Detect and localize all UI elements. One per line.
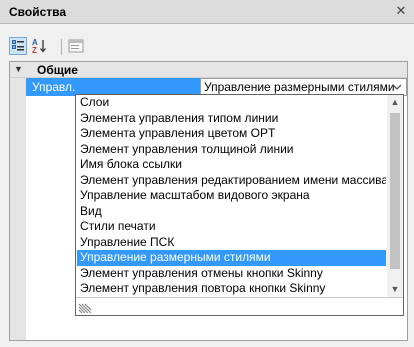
panel-title: Свойства — [9, 5, 67, 19]
grid-gutter — [10, 62, 26, 340]
list-item[interactable]: Элемент управления толщиной линии — [77, 142, 386, 158]
sort-alphabetical-icon: A Z — [32, 38, 46, 55]
value-dropdown-list[interactable]: Слои Элемента управления типом линии Эле… — [75, 94, 404, 316]
properties-panel: Свойства ✕ A Z ▼ Общие Управл. Управлени… — [0, 0, 414, 347]
panel-titlebar: Свойства ✕ — [0, 0, 414, 24]
list-item[interactable]: Управление ПСК — [77, 235, 386, 251]
group-label: Общие — [37, 63, 78, 77]
toolbar-separator — [61, 39, 62, 55]
list-item[interactable]: Управление масштабом видового экрана — [77, 188, 386, 204]
property-pages-button[interactable] — [67, 37, 85, 55]
list-item[interactable]: Элемента управления типом линии — [77, 111, 386, 127]
group-header-general[interactable]: ▼ Общие — [10, 62, 407, 78]
resize-grip-icon[interactable] — [78, 300, 92, 313]
scroll-up-icon[interactable]: ▲ — [387, 95, 403, 109]
property-value-text: Управление размерными стилями — [204, 80, 395, 94]
list-item[interactable]: Элемента управления цветом OPT — [77, 126, 386, 142]
list-item[interactable]: Вид — [77, 204, 386, 220]
list-item[interactable]: Управление размерными стилями — [77, 250, 386, 266]
close-icon[interactable]: ✕ — [394, 4, 408, 18]
svg-text:Z: Z — [32, 46, 37, 55]
scrollbar-thumb[interactable] — [390, 113, 400, 269]
list-item[interactable]: Слои — [77, 95, 386, 111]
list-item[interactable]: Элемент управления повтора кнопки Skinny — [77, 281, 386, 297]
properties-toolbar: A Z — [9, 37, 409, 57]
list-item[interactable]: Имя блока ссылки — [77, 157, 386, 173]
list-item[interactable]: Элемент управления отмены кнопки Skinny — [77, 266, 386, 282]
sort-alphabetical-button[interactable]: A Z — [31, 37, 49, 55]
dropdown-footer — [76, 297, 403, 315]
list-item[interactable]: Стили печати — [77, 219, 386, 235]
scroll-down-icon[interactable]: ▼ — [387, 282, 403, 296]
chevron-down-icon[interactable] — [389, 80, 405, 94]
categorized-view-button[interactable] — [9, 37, 27, 55]
categorized-view-icon — [12, 40, 24, 51]
property-pages-icon — [68, 39, 84, 53]
chevron-down-icon[interactable]: ▼ — [14, 64, 24, 74]
dropdown-scrollbar[interactable]: ▲ ▼ — [387, 95, 403, 298]
list-item[interactable]: Элемент управления редактированием имени… — [77, 173, 386, 189]
dropdown-options: Слои Элемента управления типом линии Эле… — [77, 95, 386, 298]
